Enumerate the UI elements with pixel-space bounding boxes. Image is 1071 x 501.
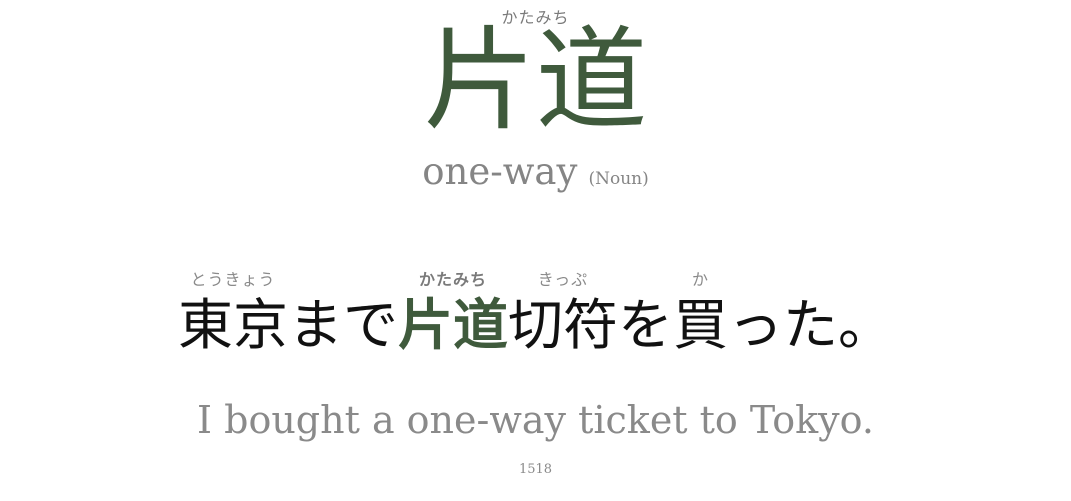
segment-furigana: きっぷ: [537, 270, 589, 289]
sentence-segment: まで: [288, 268, 398, 358]
word-kanji: 片道: [423, 16, 648, 146]
sentence-translation: I bought a one-way ticket to Tokyo.: [197, 398, 874, 442]
segment-text: まで: [287, 293, 398, 357]
sentence-segment: を: [618, 268, 673, 358]
sentence-segment: か 買: [673, 268, 728, 358]
segment-furigana: とうきょう: [190, 270, 276, 289]
segment-text: った。: [728, 293, 894, 357]
sentence-target-word: かたみち 片道: [398, 268, 508, 358]
sentence-segment: きっぷ 切符: [508, 268, 618, 358]
card-id: 1518: [518, 462, 553, 477]
sentence-segment: った。: [728, 268, 893, 358]
segment-furigana: か: [692, 270, 710, 289]
segment-text: 片道: [397, 292, 508, 357]
word-meaning: one-way: [422, 150, 578, 193]
example-sentence: とうきょう 東京 まで かたみち 片道 きっぷ 切符 を か 買 った。: [0, 268, 1071, 358]
segment-text: 買: [673, 293, 729, 357]
segment-text: 切符: [507, 293, 618, 357]
segment-text: を: [618, 293, 674, 357]
segment-furigana: かたみち: [418, 270, 487, 289]
segment-text: 東京: [177, 293, 288, 357]
sentence-segment: とうきょう 東京: [178, 268, 288, 358]
word-meaning-line: one-way (Noun): [0, 150, 1071, 193]
part-of-speech: (Noun): [588, 169, 649, 189]
